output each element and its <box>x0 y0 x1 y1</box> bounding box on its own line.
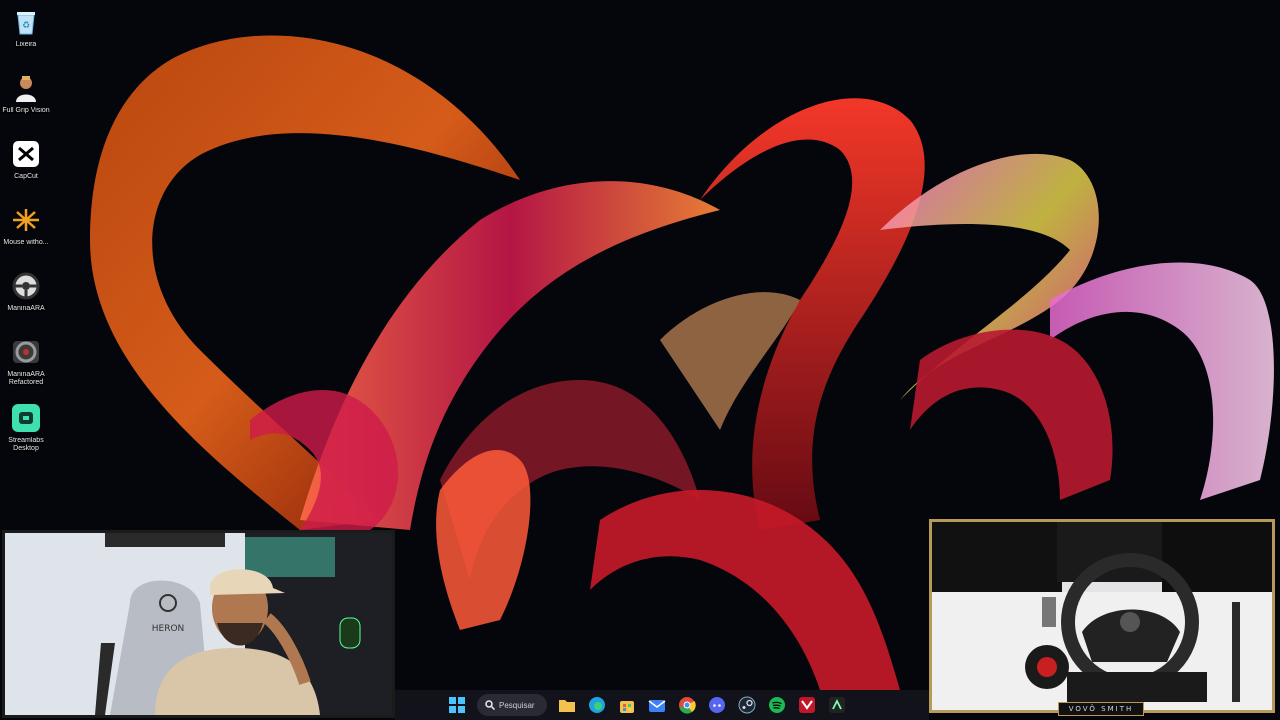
svg-text:♻: ♻ <box>22 20 30 30</box>
spotify-icon <box>769 697 785 713</box>
chrome-icon <box>679 697 696 714</box>
steering-wheel-icon <box>10 336 42 368</box>
desktop-icon-streamlabs[interactable]: Streamlabs Desktop <box>0 400 52 466</box>
store-icon <box>620 701 634 713</box>
desktop-icon-full-grip-vision[interactable]: Full Grip Vision <box>0 70 52 136</box>
taskbar-app-red[interactable] <box>793 691 821 719</box>
desktop-icon-label: ManinaARA <box>7 305 45 312</box>
edge-icon <box>589 697 605 713</box>
desktop-icon-label: ManinaARA Refactored <box>7 371 45 386</box>
person-app-icon <box>10 72 42 104</box>
desktop-icon-label: Streamlabs Desktop <box>8 437 44 452</box>
desktop-icon-maninaara[interactable]: ManinaARA <box>0 268 52 334</box>
taskbar-search[interactable]: Pesquisar <box>477 694 547 716</box>
taskbar-store[interactable] <box>613 691 641 719</box>
taskbar-discord[interactable] <box>703 691 731 719</box>
folder-icon <box>559 700 575 712</box>
app-icon <box>799 697 815 713</box>
taskbar-spotify[interactable] <box>763 691 791 719</box>
webcam-feed: HERON <box>5 533 392 715</box>
recycle-bin-icon: ♻ <box>10 6 42 38</box>
desktop-icon-capcut[interactable]: CapCut <box>0 136 52 202</box>
desktop-icon-label: CapCut <box>14 173 38 180</box>
taskbar-chrome[interactable] <box>673 691 701 719</box>
start-button[interactable] <box>443 691 471 719</box>
taskbar-mail[interactable] <box>643 691 671 719</box>
steam-icon <box>738 696 756 714</box>
taskbar: Pesquisar <box>395 690 929 720</box>
streamer-nameplate: VOVÔ SMITH <box>1058 702 1144 716</box>
search-label: Pesquisar <box>499 700 535 710</box>
desktop-icon-lixeira[interactable]: ♻ Lixeira <box>0 4 52 70</box>
sim-rig-camera-overlay <box>929 519 1275 713</box>
mail-icon <box>648 700 666 712</box>
desktop-icon-label: Full Grip Vision <box>2 107 50 114</box>
desktop-icon-column: ♻ Lixeira Full Grip Vision CapCut Mouse … <box>0 4 52 466</box>
taskbar-app-dark[interactable] <box>823 691 851 719</box>
desktop-icon-label: Lixeira <box>15 41 37 48</box>
discord-icon <box>709 697 725 713</box>
mouse-app-icon <box>10 204 42 236</box>
sim-rig-feed <box>932 522 1272 710</box>
search-icon <box>485 700 495 710</box>
chair-brand-text: HERON <box>152 624 185 634</box>
webcam-overlay: HERON <box>2 530 395 718</box>
taskbar-edge[interactable] <box>583 691 611 719</box>
steering-wheel-icon <box>10 270 42 302</box>
app-icon <box>829 697 845 713</box>
taskbar-steam[interactable] <box>733 691 761 719</box>
taskbar-file-explorer[interactable] <box>553 691 581 719</box>
windows-icon <box>449 697 465 713</box>
desktop-icon-mouse-without[interactable]: Mouse witho... <box>0 202 52 268</box>
desktop-icon-label: Mouse witho... <box>3 239 49 246</box>
capcut-icon <box>10 138 42 170</box>
desktop-icon-maninaara-refactored[interactable]: ManinaARA Refactored <box>0 334 52 400</box>
streamlabs-icon <box>10 402 42 434</box>
